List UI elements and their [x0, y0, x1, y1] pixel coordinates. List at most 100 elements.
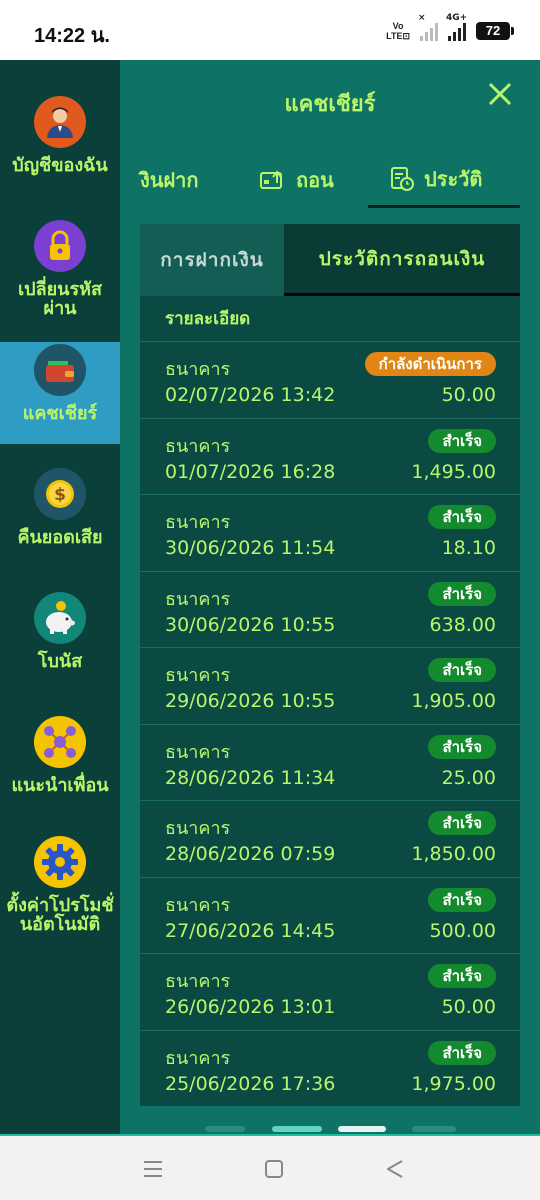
status-badge: สำเร็จ: [428, 428, 496, 453]
page-indicator: [205, 1126, 245, 1132]
transaction-datetime: 25/06/2026 17:36: [165, 1072, 336, 1095]
status-badge: สำเร็จ: [428, 658, 496, 682]
page-indicator: [412, 1126, 456, 1132]
status-time: 14:22 น.: [34, 25, 110, 47]
menu-icon: [144, 1161, 162, 1177]
sub-tab-withdraw-history[interactable]: ประวัติการถอนเงิน: [284, 224, 520, 296]
transaction-amount: 50.00: [441, 996, 496, 1018]
history-row[interactable]: ธนาคาร สำเร็จ 28/06/2026 07:59 1,850.00: [140, 801, 520, 878]
bank-label: ธนาคาร: [165, 818, 231, 839]
transaction-datetime: 28/06/2026 07:59: [165, 843, 336, 865]
home-square-icon: [265, 1160, 283, 1178]
status-badge: สำเร็จ: [428, 505, 496, 529]
menu-button[interactable]: [138, 1156, 168, 1182]
sidebar-item-label: บัญชีของฉัน: [12, 155, 108, 176]
piggy-bank-icon: [34, 592, 86, 644]
bank-label: ธนาคาร: [165, 512, 231, 533]
history-icon: [391, 166, 414, 191]
back-triangle-icon: [387, 1160, 403, 1178]
withdraw-history-list[interactable]: รายละเอียด ธนาคาร กำลังดำเนินการ 02/07/202…: [140, 296, 520, 1106]
bank-label: ธนาคาร: [165, 971, 231, 992]
panel-title: แคชเชียร์: [284, 92, 376, 117]
sidebar-item-label: คืนยอดเสีย: [17, 527, 103, 548]
transaction-datetime: 29/06/2026 10:55: [165, 690, 336, 712]
svg-text:$: $: [54, 485, 66, 505]
history-row[interactable]: ธนาคาร สำเร็จ 30/06/2026 10:55 638.00: [140, 572, 520, 648]
cashier-panel: แคชเชียร์ งินฝาก ถอน ประวัติ การฝากเงิน …: [120, 60, 540, 1134]
sidebar-item-auto-promotion[interactable]: ตั้งค่าโปรโมชั่นอัตโนมัติ: [0, 836, 120, 934]
status-icons: Vo LTE⊡ × 4G+ 72: [386, 13, 514, 44]
sidebar-item-cashback[interactable]: $ คืนยอดเสีย: [0, 468, 120, 547]
transaction-amount: 25.00: [441, 766, 496, 789]
status-badge: สำเร็จ: [428, 811, 496, 835]
signal-sim1-icon: 4G+: [446, 13, 467, 41]
home-button[interactable]: [259, 1156, 289, 1182]
transaction-amount: 638.00: [429, 613, 496, 636]
volte-line1: Vo: [392, 21, 404, 31]
tab-label: ประวัติ: [424, 166, 483, 191]
history-row[interactable]: ธนาคาร สำเร็จ 29/06/2026 10:55 1,905.00: [140, 648, 520, 725]
sub-tab-deposit-history[interactable]: การฝากเงิน: [140, 224, 284, 296]
close-button[interactable]: [486, 80, 514, 108]
tab-label: ถอน: [296, 168, 334, 192]
back-button[interactable]: [380, 1156, 410, 1182]
transaction-amount: 50.00: [441, 384, 496, 406]
history-sub-tabs: การฝากเงิน ประวัติการถอนเงิน: [140, 224, 520, 296]
sidebar-item-referral[interactable]: แนะนำเพื่อน: [0, 716, 120, 795]
transaction-amount: 1,905.00: [411, 690, 496, 712]
history-row[interactable]: ธนาคาร สำเร็จ 25/06/2026 17:36 1,975.00: [140, 1031, 520, 1107]
app-screen: บัญชีของฉัน เปลี่ยนรหัสผ่าน แคชเชียร์ $ …: [0, 60, 540, 1134]
tab-withdraw[interactable]: ถอน: [260, 152, 334, 208]
transaction-datetime: 01/07/2026 16:28: [165, 460, 336, 483]
bank-label: ธนาคาร: [165, 359, 231, 380]
history-header: รายละเอียด: [140, 296, 520, 342]
battery-icon: 72: [476, 22, 514, 40]
status-badge: สำเร็จ: [428, 734, 496, 759]
signal-sim2-icon: ×: [418, 13, 438, 41]
sidebar-item-account[interactable]: บัญชีของฉัน: [0, 96, 120, 175]
bank-label: ธนาคาร: [165, 435, 231, 457]
sidebar-item-bonus[interactable]: โบนัส: [0, 592, 120, 671]
history-row[interactable]: ธนาคาร สำเร็จ 28/06/2026 11:34 25.00: [140, 725, 520, 801]
sidebar-item-label: แนะนำเพื่อน: [11, 775, 109, 796]
history-row[interactable]: ธนาคาร สำเร็จ 30/06/2026 11:54 18.10: [140, 495, 520, 572]
system-nav-bar: [0, 1134, 540, 1200]
tab-history[interactable]: ประวัติ: [368, 152, 520, 208]
volte-icon: Vo LTE⊡: [386, 21, 410, 41]
transaction-datetime: 28/06/2026 11:34: [165, 766, 336, 789]
status-badge: สำเร็จ: [428, 887, 496, 912]
transaction-amount: 18.10: [441, 537, 496, 559]
transaction-datetime: 02/07/2026 13:42: [165, 384, 336, 406]
transaction-datetime: 30/06/2026 10:55: [165, 613, 336, 636]
withdraw-icon: [260, 170, 282, 189]
user-icon: [34, 96, 86, 148]
network-type: 4G+: [446, 13, 468, 23]
sidebar-item-label: แคชเชียร์: [22, 403, 98, 424]
sidebar-item-label: เปลี่ยนรหัสผ่าน: [18, 279, 102, 319]
transaction-datetime: 30/06/2026 11:54: [165, 537, 336, 559]
lock-icon: [34, 220, 86, 272]
bank-label: ธนาคาร: [165, 1047, 231, 1069]
bank-label: ธนาคาร: [165, 894, 231, 916]
sidebar-item-label: ตั้งค่าโปรโมชั่นอัตโนมัติ: [6, 895, 114, 935]
history-row[interactable]: ธนาคาร สำเร็จ 27/06/2026 14:45 500.00: [140, 878, 520, 954]
status-badge: สำเร็จ: [428, 964, 496, 988]
transaction-amount: 1,495.00: [411, 460, 496, 483]
status-badge: สำเร็จ: [428, 1040, 496, 1065]
gear-icon: [34, 836, 86, 888]
referral-network-icon: [34, 716, 86, 768]
transaction-datetime: 27/06/2026 14:45: [165, 919, 336, 942]
status-bar: 14:22 น. Vo LTE⊡ × 4G+ 72: [0, 0, 540, 60]
sidebar-item-label: โบนัส: [37, 651, 83, 672]
tab-label: งินฝาก: [140, 168, 199, 192]
history-row[interactable]: ธนาคาร กำลังดำเนินการ 02/07/2026 13:42 50.0…: [140, 342, 520, 419]
cashier-tabs: งินฝาก ถอน ประวัติ: [120, 152, 540, 208]
close-icon: [488, 82, 512, 106]
history-row[interactable]: ธนาคาร สำเร็จ 26/06/2026 13:01 50.00: [140, 954, 520, 1031]
tab-deposit[interactable]: งินฝาก: [140, 152, 199, 208]
bank-label: ธนาคาร: [165, 741, 231, 763]
sidebar-item-change-password[interactable]: เปลี่ยนรหัสผ่าน: [0, 220, 120, 318]
bank-label: ธนาคาร: [165, 665, 231, 686]
history-row[interactable]: ธนาคาร สำเร็จ 01/07/2026 16:28 1,495.00: [140, 419, 520, 495]
sidebar-item-cashier[interactable]: แคชเชียร์: [0, 344, 120, 423]
